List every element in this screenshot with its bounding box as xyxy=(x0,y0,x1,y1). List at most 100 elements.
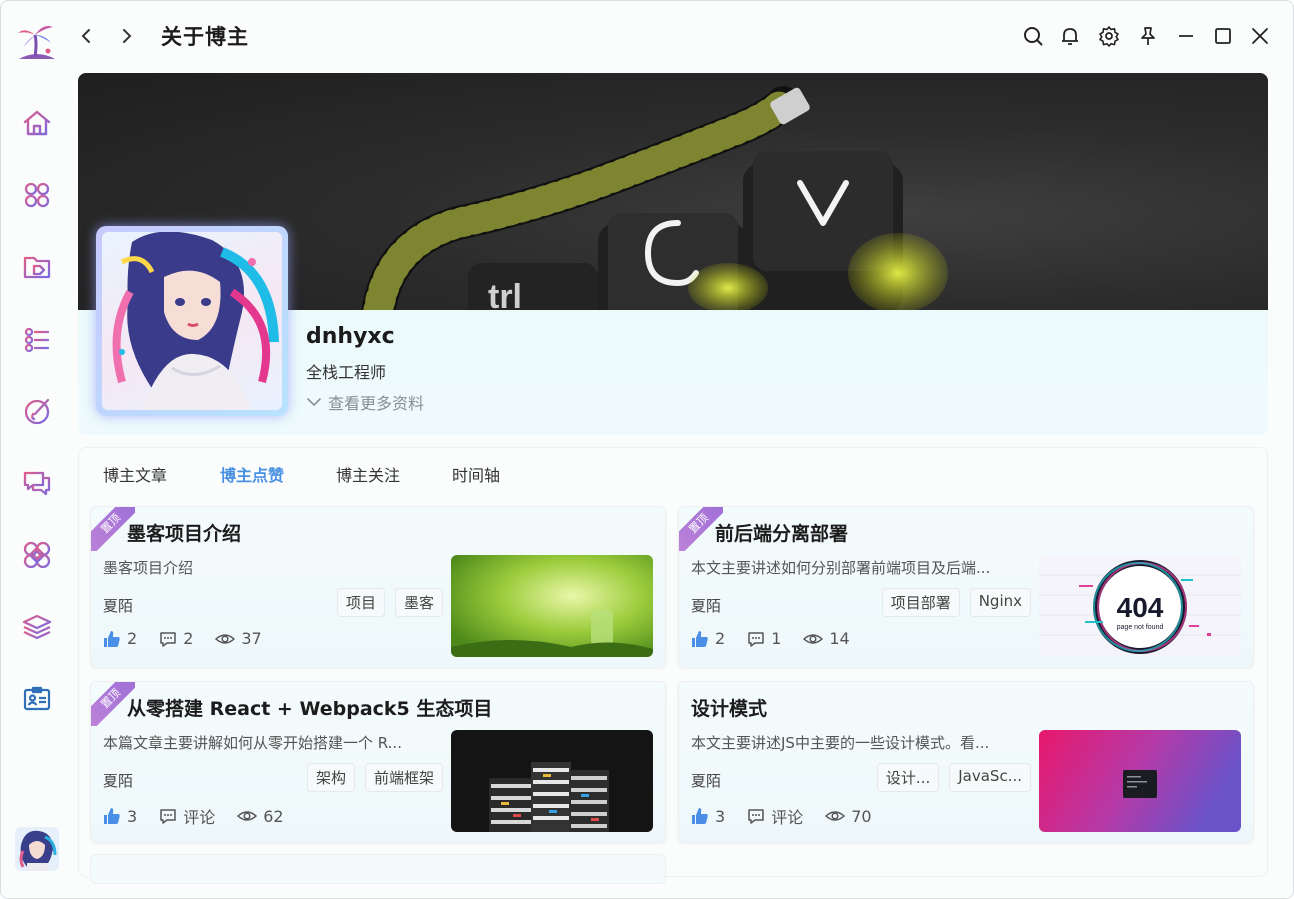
notification-button[interactable] xyxy=(1057,23,1083,49)
app-window: 关于博主 trl dnhyxc 全栈工程师 查看更多资料 博主文章 博主点赞 博… xyxy=(0,0,1294,899)
comment-icon xyxy=(160,809,176,824)
more-info-toggle[interactable]: 查看更多资料 xyxy=(306,390,424,414)
article-tag[interactable]: 项目部署 xyxy=(881,588,960,617)
close-button[interactable] xyxy=(1247,23,1273,49)
article-card[interactable]: 设计模式 本文主要讲述JS中主要的一些设计模式。看... 夏陌 设计... Ja… xyxy=(678,681,1254,843)
view-stat: 62 xyxy=(237,807,284,826)
title-bar: 关于博主 xyxy=(73,1,1293,71)
tab-following[interactable]: 博主关注 xyxy=(336,462,400,486)
comment-count: 评论 xyxy=(183,808,216,827)
article-tag[interactable]: 设计... xyxy=(876,763,940,792)
tab-timeline[interactable]: 时间轴 xyxy=(452,462,500,486)
thumbs-up-icon xyxy=(104,808,120,824)
home-icon xyxy=(23,110,51,136)
paint-icon xyxy=(24,398,50,425)
article-thumbnail[interactable]: 404 page not found xyxy=(1039,555,1241,657)
chevron-left-icon xyxy=(81,29,90,43)
article-title[interactable]: 前后端分离部署 xyxy=(715,519,848,546)
like-stat[interactable]: 2 xyxy=(103,629,137,648)
article-summary: 本文主要讲述如何分别部署前端项目及后端... xyxy=(691,559,991,577)
comment-count: 1 xyxy=(771,629,782,648)
settings-button[interactable] xyxy=(1096,23,1122,49)
forward-button[interactable] xyxy=(114,23,140,49)
view-stat: 14 xyxy=(803,629,850,648)
maximize-button[interactable] xyxy=(1210,23,1236,49)
eye-icon xyxy=(803,633,824,644)
article-author[interactable]: 夏陌 xyxy=(103,770,133,791)
article-title[interactable]: 墨客项目介绍 xyxy=(127,519,241,546)
article-title[interactable]: 从零搭建 React + Webpack5 生态项目 xyxy=(127,694,492,721)
eye-icon xyxy=(237,811,258,821)
article-tag[interactable]: 项目 xyxy=(336,588,385,617)
article-author[interactable]: 夏陌 xyxy=(691,595,721,616)
nav-chat[interactable] xyxy=(19,465,55,501)
like-count: 3 xyxy=(127,806,138,826)
profile-role: 全栈工程师 xyxy=(306,363,387,382)
chevron-down-icon xyxy=(307,398,321,407)
article-card-partial[interactable] xyxy=(90,854,666,884)
article-thumbnail[interactable] xyxy=(1039,730,1241,832)
article-stats: 2 1 14 xyxy=(691,629,872,648)
close-icon xyxy=(1252,28,1268,44)
profile-card: trl dnhyxc 全栈工程师 查看更多资料 xyxy=(78,73,1268,435)
article-thumbnail[interactable] xyxy=(451,555,653,657)
user-avatar[interactable] xyxy=(15,827,59,871)
chat-icon xyxy=(23,471,51,496)
article-tag[interactable]: Nginx xyxy=(969,588,1031,617)
pin-icon xyxy=(1141,27,1155,45)
like-stat[interactable]: 2 xyxy=(691,629,725,648)
view-stat: 70 xyxy=(825,807,872,826)
article-tag[interactable]: 墨客 xyxy=(394,588,443,617)
article-author[interactable]: 夏陌 xyxy=(691,770,721,791)
comment-stat[interactable]: 评论 xyxy=(747,804,803,828)
like-count: 3 xyxy=(715,806,726,826)
nav-layers[interactable] xyxy=(19,609,55,645)
id-card-icon xyxy=(23,686,51,711)
tab-likes[interactable]: 博主点赞 xyxy=(220,462,284,486)
article-stats: 3 评论 70 xyxy=(691,804,894,828)
profile-avatar[interactable] xyxy=(96,226,288,416)
article-thumbnail[interactable] xyxy=(451,730,653,832)
article-author[interactable]: 夏陌 xyxy=(103,595,133,616)
notfound-caption: page not found xyxy=(1117,624,1164,631)
article-card[interactable]: 置顶 前后端分离部署 本文主要讲述如何分别部署前端项目及后端... 夏陌 项目部… xyxy=(678,506,1254,668)
like-count: 2 xyxy=(715,629,726,648)
tab-articles[interactable]: 博主文章 xyxy=(103,462,167,486)
nav-home[interactable] xyxy=(19,105,55,141)
article-card[interactable]: 置顶 从零搭建 React + Webpack5 生态项目 本篇文章主要讲解如何… xyxy=(90,681,666,843)
tag-group: 项目 墨客 xyxy=(336,588,443,617)
article-summary: 墨客项目介绍 xyxy=(103,559,194,577)
folder-tag-icon xyxy=(23,256,51,279)
article-card[interactable]: 置顶 墨客项目介绍 墨客项目介绍 夏陌 项目 墨客 2 2 37 xyxy=(90,506,666,668)
article-tag[interactable]: JavaSc... xyxy=(949,763,1031,792)
list-icon xyxy=(24,327,50,353)
comment-count: 2 xyxy=(183,629,194,648)
like-stat[interactable]: 3 xyxy=(691,807,725,826)
pin-button[interactable] xyxy=(1135,23,1161,49)
nav-profile[interactable] xyxy=(19,681,55,717)
minimize-button[interactable] xyxy=(1173,23,1199,49)
nav-apps[interactable] xyxy=(19,177,55,213)
nav-list[interactable] xyxy=(19,321,55,357)
like-stat[interactable]: 3 xyxy=(103,807,137,826)
thumbs-up-icon xyxy=(692,808,708,824)
minimize-icon xyxy=(1179,35,1193,37)
article-summary: 本篇文章主要讲解如何从零开始搭建一个 R... xyxy=(103,734,402,752)
nav-grid[interactable] xyxy=(19,537,55,573)
article-tag[interactable]: 前端框架 xyxy=(364,763,443,792)
back-button[interactable] xyxy=(73,23,99,49)
nav-folder[interactable] xyxy=(19,249,55,285)
layers-icon xyxy=(22,614,52,640)
gear-icon xyxy=(1099,26,1119,47)
tag-group: 设计... JavaSc... xyxy=(876,763,1031,792)
thumbs-up-icon xyxy=(692,630,708,647)
search-button[interactable] xyxy=(1020,23,1046,49)
article-tag[interactable]: 架构 xyxy=(306,763,355,792)
comment-stat[interactable]: 2 xyxy=(159,629,193,648)
comment-stat[interactable]: 评论 xyxy=(159,804,215,828)
maximize-icon xyxy=(1215,28,1231,44)
comment-icon xyxy=(748,809,764,824)
nav-paint[interactable] xyxy=(19,393,55,429)
article-title[interactable]: 设计模式 xyxy=(691,694,767,721)
comment-stat[interactable]: 1 xyxy=(747,629,781,648)
